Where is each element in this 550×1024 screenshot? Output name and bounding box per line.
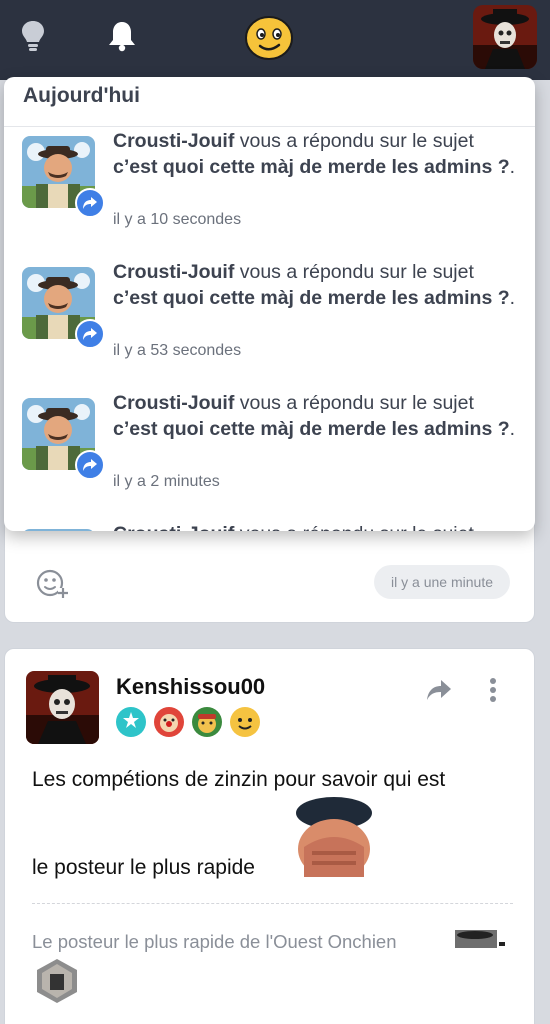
notification-avatar bbox=[22, 529, 95, 531]
signature-hex-image bbox=[34, 958, 80, 1004]
notifications-dropdown: Aujourd'hui Crousti-Jouif vous a répondu… bbox=[4, 77, 535, 531]
lightbulb-icon[interactable] bbox=[18, 18, 48, 54]
smiley-icon[interactable] bbox=[244, 15, 294, 61]
reply-badge-icon bbox=[75, 450, 105, 480]
notification-item[interactable]: Crousti-Jouif vous a répondu sur le suje… bbox=[4, 261, 535, 398]
top-navigation-bar bbox=[0, 0, 550, 80]
share-icon[interactable] bbox=[425, 677, 453, 703]
notification-dot: . bbox=[509, 418, 516, 440]
notification-author: Crousti-Jouif bbox=[113, 392, 235, 414]
post-card: Kenshissou00 Les compétions de zinzin po… bbox=[4, 648, 535, 1024]
post-author-avatar[interactable] bbox=[26, 671, 99, 744]
notification-action: vous a répondu sur le sujet bbox=[234, 130, 474, 152]
notification-action: vous a répondu sur le sujet bbox=[234, 523, 474, 531]
notification-item[interactable]: Crousti-Jouif vous a répondu sur le suje… bbox=[4, 130, 535, 267]
post-author-name[interactable]: Kenshissou00 bbox=[116, 674, 265, 700]
notification-author: Crousti-Jouif bbox=[113, 523, 234, 531]
more-options-icon[interactable] bbox=[487, 677, 499, 705]
post-time-pill: il y a une minute bbox=[374, 565, 510, 599]
notification-dot: . bbox=[509, 287, 516, 309]
notification-topic: c’est quoi cette màj de merde les admins… bbox=[113, 287, 510, 309]
bell-icon[interactable] bbox=[107, 18, 137, 54]
post-body-line1: Les compétions de zinzin pour savoir qui… bbox=[32, 768, 446, 791]
notification-dot: . bbox=[509, 156, 516, 178]
notification-action: vous a répondu sur le sujet bbox=[234, 392, 474, 414]
signature-image bbox=[455, 930, 507, 948]
notification-text: Crousti-Jouif vous a répondu sur le suje… bbox=[113, 390, 523, 442]
notification-topic: c’est quoi cette màj de merde les admins… bbox=[113, 156, 510, 178]
notification-time: il y a 2 minutes bbox=[113, 473, 220, 490]
reply-badge-icon bbox=[75, 188, 105, 218]
notification-time: il y a 53 secondes bbox=[113, 342, 242, 359]
notification-author: Crousti-Jouif bbox=[113, 130, 235, 152]
smiley-badge-icon bbox=[229, 706, 261, 738]
stars-badge-icon bbox=[115, 706, 147, 738]
notifications-header: Aujourd'hui bbox=[4, 77, 535, 127]
notification-topic: c’est quoi cette màj de merde les admins… bbox=[113, 418, 510, 440]
notification-item[interactable]: Crousti-Jouif vous a répondu sur le suje… bbox=[4, 392, 535, 529]
add-reaction-icon[interactable] bbox=[35, 566, 69, 600]
user-badges bbox=[115, 706, 261, 738]
notifications-list[interactable]: Crousti-Jouif vous a répondu sur le suje… bbox=[4, 128, 535, 531]
signature-separator bbox=[32, 903, 513, 904]
notification-text: Crousti-Jouif vous a répondu sur le suje… bbox=[113, 128, 523, 180]
elf-badge-icon bbox=[191, 706, 223, 738]
notification-action: vous a répondu sur le sujet bbox=[234, 261, 474, 283]
clown-badge-icon bbox=[153, 706, 185, 738]
notification-text: Crousti-Jouif vous a répondu sur le suje… bbox=[113, 521, 523, 531]
reply-badge-icon bbox=[75, 319, 105, 349]
notification-author: Crousti-Jouif bbox=[113, 261, 235, 283]
notification-text: Crousti-Jouif vous a répondu sur le suje… bbox=[113, 259, 523, 311]
notification-item[interactable]: Crousti-Jouif vous a répondu sur le suje… bbox=[4, 523, 535, 531]
notification-time: il y a 10 secondes bbox=[113, 211, 242, 228]
post-signature: Le posteur le plus rapide de l'Ouest Onc… bbox=[32, 931, 397, 952]
sticker-image bbox=[294, 797, 374, 877]
user-avatar[interactable] bbox=[473, 5, 537, 69]
post-body-line2: le posteur le plus rapide bbox=[32, 856, 255, 879]
